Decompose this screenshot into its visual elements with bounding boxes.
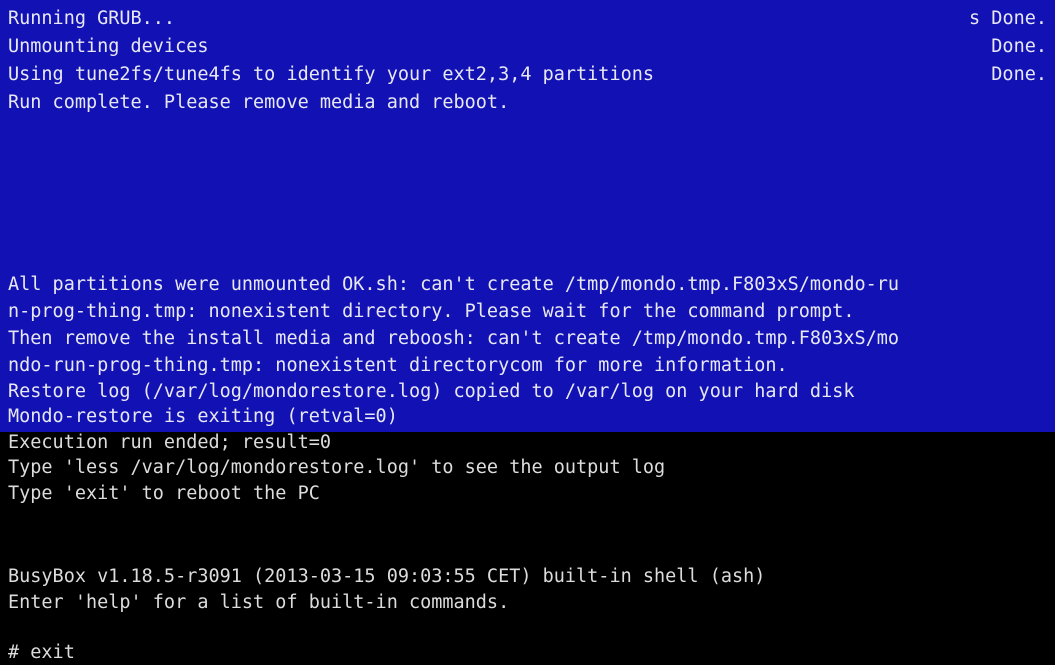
- console-line: Running GRUB...: [8, 8, 176, 29]
- status-done: Done.: [991, 36, 1047, 57]
- console-line: BusyBox v1.18.5-r3091 (2013-03-15 09:03:…: [8, 566, 766, 587]
- console-line: Run complete. Please remove media and re…: [8, 92, 510, 113]
- console-line: ndo-run-prog-thing.tmp: nonexistent dire…: [8, 355, 788, 376]
- console-line: Type 'less /var/log/mondorestore.log' to…: [8, 457, 666, 478]
- console-line: Execution run ended; result=0: [8, 432, 332, 453]
- console-line: Restore log (/var/log/mondorestore.log) …: [8, 381, 855, 402]
- status-done: Done.: [991, 64, 1047, 85]
- console-line: Then remove the install media and reboos…: [8, 328, 900, 349]
- shell-prompt-input[interactable]: # exit: [8, 641, 1055, 665]
- console-line: Enter 'help' for a list of built-in comm…: [8, 592, 510, 613]
- console-line: Type 'exit' to reboot the PC: [8, 483, 320, 504]
- console-line: Unmounting devices: [8, 36, 209, 57]
- console-line: Mondo-restore is exiting (retval=0): [8, 406, 398, 427]
- status-done: s Done.: [969, 8, 1047, 29]
- console-line: n-prog-thing.tmp: nonexistent directory.…: [8, 301, 855, 322]
- console-line: All partitions were unmounted OK.sh: can…: [8, 274, 900, 295]
- console-line: Using tune2fs/tune4fs to identify your e…: [8, 64, 655, 85]
